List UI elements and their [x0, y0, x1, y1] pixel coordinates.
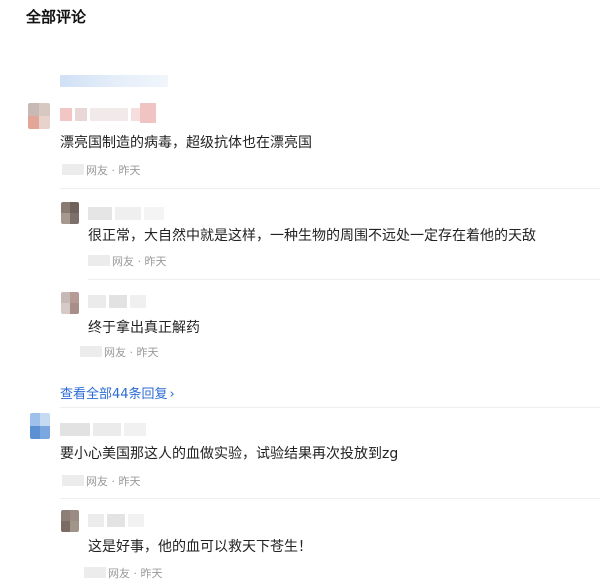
- avatar[interactable]: [61, 292, 79, 314]
- reply-meta: 网友 · 昨天: [80, 344, 159, 360]
- view-all-replies-link[interactable]: 查看全部44条回复 ›: [60, 383, 175, 402]
- reply-text: 终于拿出真正解药: [88, 320, 200, 336]
- source-blur: [80, 346, 102, 357]
- avatar[interactable]: [30, 413, 50, 439]
- reply-source: 网友: [108, 567, 130, 580]
- chevron-right-icon: ›: [169, 387, 175, 402]
- source-blur: [62, 164, 84, 175]
- reply-text: 这是好事，他的血可以救天下苍生！: [88, 539, 312, 555]
- comment-text: 要小心美国那这人的血做实验，试验结果再次投放到zg: [60, 446, 399, 462]
- comment-text: 漂亮国制造的病毒，超级抗体也在漂亮国: [60, 135, 312, 151]
- username-blurred[interactable]: [88, 512, 147, 527]
- meta-separator: ·: [137, 255, 142, 268]
- source-blur: [84, 567, 106, 578]
- avatar[interactable]: [61, 510, 79, 532]
- divider: [60, 188, 600, 189]
- avatar[interactable]: [28, 103, 50, 129]
- divider: [60, 498, 600, 499]
- meta-separator: ·: [111, 475, 116, 488]
- username-blurred[interactable]: [88, 293, 149, 308]
- reply-meta: 网友 · 昨天: [88, 253, 167, 269]
- badge-blurred: [140, 103, 159, 123]
- comment-time: 昨天: [118, 164, 141, 177]
- comment-time: 昨天: [118, 475, 141, 488]
- comment-source: 网友: [86, 164, 108, 177]
- reply-time: 昨天: [140, 567, 163, 580]
- reply-time: 昨天: [136, 346, 159, 359]
- meta-separator: ·: [111, 164, 116, 177]
- divider: [60, 407, 600, 408]
- username-blurred[interactable]: [60, 421, 149, 436]
- reply-source: 网友: [104, 346, 126, 359]
- reply-time: 昨天: [144, 255, 167, 268]
- comment-source: 网友: [86, 475, 108, 488]
- meta-separator: ·: [133, 567, 138, 580]
- source-blur: [88, 255, 110, 266]
- reply-meta: 网友 · 昨天: [84, 565, 163, 581]
- reply-source: 网友: [112, 255, 134, 268]
- reply-text: 很正常，大自然中就是这样，一种生物的周围不远处一定存在着他的天敌: [88, 228, 536, 244]
- comment-meta: 网友 · 昨天: [62, 162, 141, 178]
- page-title: 全部评论: [26, 8, 87, 26]
- source-blur: [62, 475, 84, 486]
- divider: [88, 279, 600, 280]
- avatar[interactable]: [61, 202, 79, 224]
- view-all-replies-label: 查看全部44条回复: [60, 387, 168, 402]
- blurred-banner: [60, 75, 168, 87]
- username-blurred[interactable]: [88, 205, 167, 220]
- comment-meta: 网友 · 昨天: [62, 473, 141, 489]
- meta-separator: ·: [129, 346, 134, 359]
